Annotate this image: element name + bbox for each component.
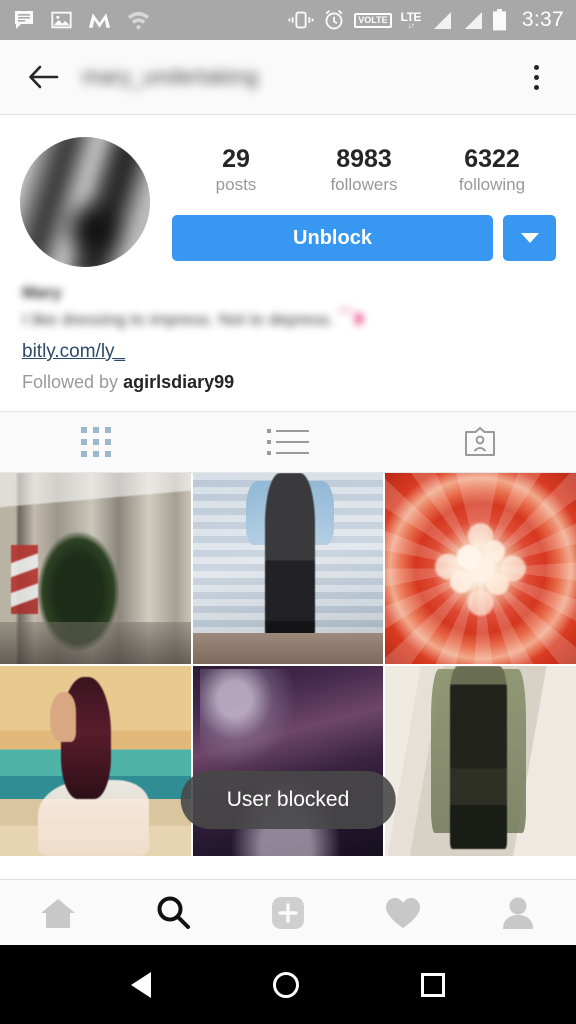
home-icon bbox=[40, 898, 75, 928]
followed-by-label: Followed by bbox=[22, 372, 119, 392]
status-bar-left-icons bbox=[12, 8, 288, 32]
m-app-icon bbox=[87, 9, 112, 31]
bio-text: I like dressing to impress. Not to depre… bbox=[22, 310, 554, 330]
profile-tab-bar bbox=[0, 411, 576, 473]
battery-icon bbox=[492, 9, 507, 31]
profile-bio: Mary I like dressing to impress. Not to … bbox=[0, 267, 576, 411]
android-back-button[interactable] bbox=[131, 971, 151, 998]
bio-text-body: I like dressing to impress. Not to depre… bbox=[22, 310, 334, 329]
bio-display-name: Mary bbox=[22, 283, 62, 302]
profile-stats: 29 posts 8983 followers 6322 following bbox=[172, 137, 556, 195]
alarm-icon bbox=[323, 9, 345, 31]
back-button[interactable] bbox=[20, 54, 66, 100]
bottom-navigation-bar bbox=[0, 879, 576, 945]
signal-2-icon bbox=[461, 11, 483, 30]
arrow-left-icon bbox=[29, 65, 59, 89]
post-thumbnail bbox=[192, 473, 384, 664]
plus-square-icon bbox=[272, 896, 304, 929]
avatar[interactable] bbox=[20, 137, 150, 267]
post-thumbnail bbox=[0, 473, 191, 664]
grid-icon bbox=[81, 427, 111, 457]
heart-icon bbox=[386, 897, 421, 928]
avatar-image bbox=[20, 137, 150, 267]
grid-tab[interactable] bbox=[0, 412, 192, 472]
more-vertical-icon bbox=[533, 84, 539, 90]
followed-by-username[interactable]: agirlsdiary99 bbox=[123, 372, 234, 392]
android-navigation-bar bbox=[0, 945, 576, 1024]
search-tab[interactable] bbox=[115, 894, 230, 932]
highlight-detail bbox=[200, 669, 300, 769]
grid-post-2[interactable] bbox=[192, 473, 384, 664]
petals-detail bbox=[385, 473, 576, 664]
profile-username: mary_undertaking bbox=[82, 64, 259, 89]
arm-detail bbox=[49, 692, 77, 742]
grid-post-6[interactable] bbox=[385, 665, 576, 857]
profile-options-dropdown-button[interactable] bbox=[503, 215, 556, 261]
person-icon bbox=[503, 897, 534, 929]
ground-detail bbox=[192, 633, 384, 664]
grid-post-3[interactable] bbox=[385, 473, 576, 664]
bio-website-link[interactable]: bitly.com/ly_ bbox=[22, 341, 554, 363]
post-thumbnail bbox=[385, 473, 576, 664]
wifi-off-icon bbox=[126, 9, 151, 31]
activity-tab[interactable] bbox=[346, 895, 461, 931]
page-title: mary_undertaking bbox=[82, 64, 516, 90]
signal-1-icon bbox=[430, 11, 452, 30]
overflow-menu-button[interactable] bbox=[516, 54, 556, 100]
stat-following[interactable]: 6322 following bbox=[428, 145, 556, 195]
android-home-button[interactable] bbox=[273, 971, 299, 998]
grid-post-4[interactable] bbox=[0, 665, 191, 857]
profile-tab[interactable] bbox=[461, 895, 576, 931]
tagged-tab[interactable] bbox=[384, 412, 576, 472]
stat-posts[interactable]: 29 posts bbox=[172, 145, 300, 195]
post-thumbnail bbox=[385, 665, 576, 857]
status-bar: VOLTE LTE ↓↑ 3:37 bbox=[0, 0, 576, 40]
phone-screen: VOLTE LTE ↓↑ 3:37 mary_undertaking 29 po… bbox=[0, 0, 576, 1024]
person-detail bbox=[265, 473, 315, 641]
more-vertical-icon bbox=[533, 74, 539, 80]
post-thumbnail bbox=[0, 665, 191, 857]
stat-followers[interactable]: 8983 followers bbox=[300, 145, 428, 195]
search-icon bbox=[157, 896, 190, 929]
clock-time: 3:37 bbox=[521, 8, 564, 31]
followed-by-row: Followed by agirlsdiary99 bbox=[22, 372, 554, 393]
photo-icon bbox=[50, 9, 73, 31]
profile-details: 29 posts 8983 followers 6322 following U… bbox=[150, 137, 556, 267]
app-header: mary_undertaking bbox=[0, 40, 576, 115]
body-detail bbox=[450, 665, 508, 849]
android-recents-button[interactable] bbox=[421, 972, 445, 997]
toast-message: User blocked bbox=[180, 771, 396, 829]
volte-icon: VOLTE bbox=[354, 12, 392, 28]
profile-actions: Unblock bbox=[172, 215, 556, 261]
lte-icon: LTE ↓↑ bbox=[400, 9, 422, 30]
list-tab[interactable] bbox=[192, 412, 384, 472]
add-post-tab[interactable] bbox=[230, 894, 345, 932]
list-icon bbox=[267, 429, 309, 455]
tagged-photos-icon bbox=[465, 427, 495, 456]
more-vertical-icon bbox=[533, 64, 539, 70]
chevron-down-icon bbox=[520, 233, 539, 243]
status-bar-right-icons: VOLTE LTE ↓↑ 3:37 bbox=[288, 8, 564, 32]
grid-post-1[interactable] bbox=[0, 473, 191, 664]
flag-detail bbox=[11, 545, 39, 615]
profile-section: 29 posts 8983 followers 6322 following U… bbox=[0, 115, 576, 267]
floor-detail bbox=[0, 621, 191, 664]
unblock-button[interactable]: Unblock bbox=[172, 215, 493, 261]
message-icon bbox=[12, 8, 36, 32]
bio-emoji: ⁀❥ bbox=[338, 310, 367, 329]
home-tab[interactable] bbox=[0, 895, 115, 931]
vibrate-icon bbox=[288, 10, 314, 30]
